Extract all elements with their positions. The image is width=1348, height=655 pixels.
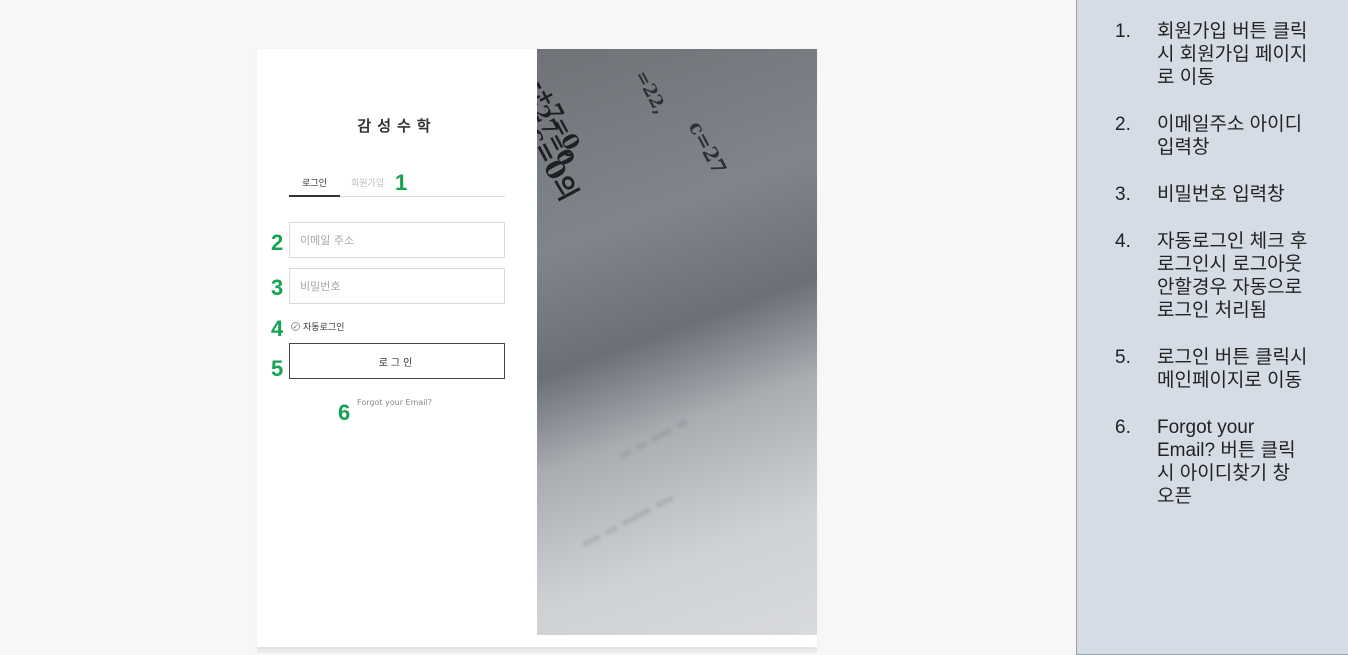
notes-list: 1. 회원가입 버튼 클릭시 회원가입 페이지로 이동 2. 이메일주소 아이디 입… (1077, 0, 1348, 508)
note-number: 2. (1115, 114, 1131, 135)
note-text: 비밀번호 입력창 (1157, 184, 1285, 205)
card-shadow (257, 647, 817, 653)
marker-6: 6 (338, 400, 351, 425)
marker-2: 2 (271, 230, 284, 255)
tab-login[interactable]: 로그인 (289, 176, 340, 197)
tab-signup[interactable]: 회원가입 (351, 176, 384, 189)
notes-panel: 1. 회원가입 버튼 클릭시 회원가입 페이지로 이동 2. 이메일주소 아이디 입… (1076, 0, 1348, 655)
note-item: 6. Forgot your Email? 버튼 클릭시 아이디찾기 창 오픈 (1115, 416, 1318, 508)
forgot-email-link[interactable]: Forgot your Email? (357, 398, 432, 407)
note-text: 자동로그인 체크 후 로그인시 로그아웃 안할경우 자동으로 로그인 처리됨 (1157, 231, 1308, 321)
check-icon[interactable]: ✓ (291, 322, 300, 331)
math-line-5: c=27 (683, 117, 732, 179)
auto-login-label: 자동로그인 (303, 323, 345, 333)
login-form-pane: 감성수학 로그인 회원가입 ✓ 자동로그인 로그인 Forgot your Em… (257, 49, 537, 647)
password-input[interactable] (289, 268, 505, 304)
note-number: 5. (1115, 347, 1131, 368)
note-item: 2. 이메일주소 아이디 입력창 (1115, 113, 1318, 159)
email-input[interactable] (289, 222, 505, 258)
marker-4: 4 (271, 316, 284, 341)
blurred-page-text: ··· ·· ····· ··· (577, 486, 679, 556)
note-item: 5. 로그인 버튼 클릭시 메인페이지로 이동 (1115, 346, 1318, 392)
brand-title: 감성수학 (357, 117, 437, 135)
login-card: 감성수학 로그인 회원가입 ✓ 자동로그인 로그인 Forgot your Em… (257, 49, 817, 647)
note-number: 1. (1115, 21, 1131, 42)
note-item: 4. 자동로그인 체크 후 로그인시 로그아웃 안할경우 자동으로 로그인 처리됨 (1115, 230, 1318, 322)
marker-5: 5 (271, 356, 284, 381)
note-number: 3. (1115, 184, 1131, 205)
note-text: 로그인 버튼 클릭시 메인페이지로 이동 (1157, 347, 1308, 391)
math-photo: -+7=0, +27=0 c=0의 =22, c=27 ·· ·· ···· ·… (537, 49, 817, 635)
note-text: 회원가입 버튼 클릭시 회원가입 페이지로 이동 (1157, 21, 1308, 88)
marker-3: 3 (271, 275, 284, 300)
note-number: 4. (1115, 231, 1131, 252)
note-number: 6. (1115, 417, 1131, 438)
note-text: Forgot your Email? 버튼 클릭시 아이디찾기 창 오픈 (1157, 417, 1296, 507)
note-item: 3. 비밀번호 입력창 (1115, 183, 1318, 206)
login-button[interactable]: 로그인 (289, 343, 505, 379)
note-item: 1. 회원가입 버튼 클릭시 회원가입 페이지로 이동 (1115, 20, 1318, 89)
blurred-page-text: ·· ·· ···· ·· (616, 412, 692, 467)
math-line-4: =22, (630, 67, 671, 118)
auto-login-checkbox[interactable]: ✓ 자동로그인 (291, 320, 344, 333)
marker-1: 1 (395, 170, 408, 195)
note-text: 이메일주소 아이디 입력창 (1157, 114, 1303, 158)
